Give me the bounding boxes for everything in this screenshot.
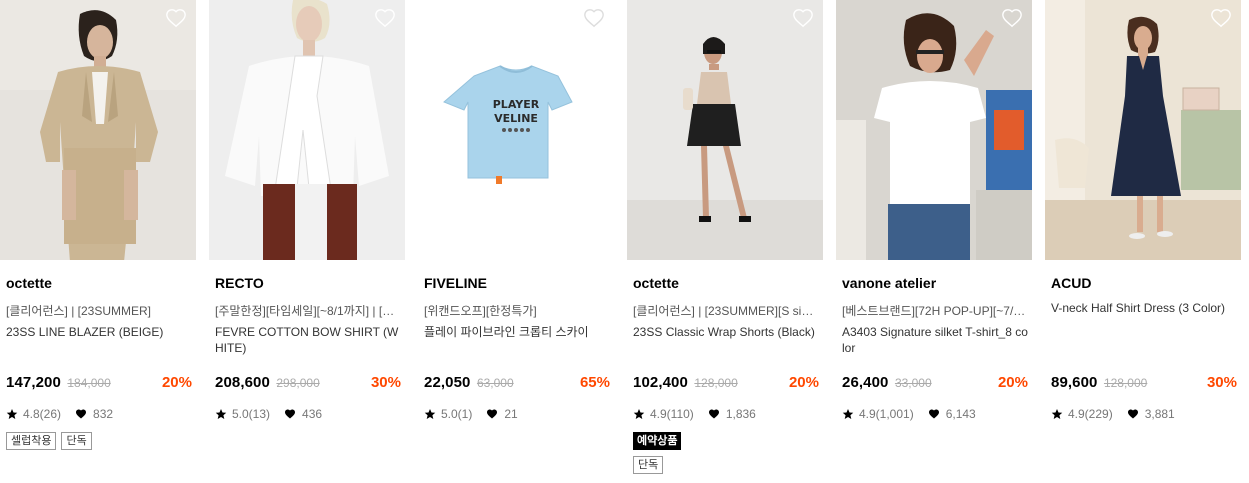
original-price: 128,000 <box>694 376 738 390</box>
wishlist-heart-icon[interactable] <box>792 7 814 29</box>
heart-filled-icon <box>928 409 939 419</box>
brand-name[interactable]: ACUD <box>1051 275 1091 291</box>
product-image[interactable] <box>0 0 196 260</box>
product-card[interactable]: vanone atelier [베스트브랜드][72H POP-UP][~7/3… <box>836 0 1032 483</box>
like-count: 436 <box>302 407 323 421</box>
discount-rate: 30% <box>1206 374 1237 391</box>
heart-filled-icon <box>1127 409 1138 419</box>
like-count: 21 <box>504 407 518 421</box>
brand-name[interactable]: vanone atelier <box>842 275 936 291</box>
product-card[interactable]: octette [클리어런스] | [23SUMMER][S size … 23… <box>627 0 823 483</box>
badge-celeb: 셀럽착용 <box>6 432 57 450</box>
star-icon <box>1051 409 1063 419</box>
original-price: 63,000 <box>476 376 514 390</box>
promo-tags: [클리어런스] | [23SUMMER] <box>6 304 152 318</box>
tee-print-line-1: PLAYER <box>493 98 540 111</box>
star-icon <box>6 409 18 419</box>
product-image[interactable] <box>209 0 405 260</box>
sale-price: 26,400 <box>842 374 889 391</box>
promo-tags: [주말한정][타임세일][~8/1까지] | [바… <box>215 304 401 318</box>
promo-tags: [위캔드오프][한정특가] <box>424 304 537 318</box>
wishlist-heart-icon[interactable] <box>1001 7 1023 29</box>
rating: 4.9(110) <box>650 407 694 421</box>
product-card[interactable]: octette [클리어런스] | [23SUMMER] 23SS LINE B… <box>0 0 196 483</box>
promo-tags: [베스트브랜드][72H POP-UP][~7/3… <box>842 304 1028 318</box>
tee-print-line-2: VELINE <box>494 112 538 125</box>
price-row: 22,050 63,000 65% <box>424 374 610 394</box>
brand-name[interactable]: RECTO <box>215 275 264 291</box>
product-name[interactable]: 23SS LINE BLAZER (BEIGE) <box>6 324 192 340</box>
discount-rate: 30% <box>370 374 401 391</box>
meta-row: 4.8(26) 832 <box>6 407 113 421</box>
wishlist-heart-icon[interactable] <box>374 7 396 29</box>
product-image[interactable] <box>1045 0 1241 260</box>
star-icon <box>215 409 227 419</box>
price-row: 102,400 128,000 20% <box>633 374 819 394</box>
rating: 4.8(26) <box>23 407 62 421</box>
heart-filled-icon <box>285 409 296 419</box>
sale-price: 208,600 <box>215 374 270 391</box>
product-card[interactable]: RECTO [주말한정][타임세일][~8/1까지] | [바… FEVRE C… <box>209 0 405 483</box>
wishlist-heart-icon[interactable] <box>583 7 605 29</box>
heart-filled-icon <box>76 409 87 419</box>
badge-exclusive: 단독 <box>633 456 664 474</box>
meta-row: 5.0(1) 21 <box>424 407 518 421</box>
like-count: 3,881 <box>1144 407 1175 421</box>
product-card[interactable]: ACUD V-neck Half Shirt Dress (3 Color) 8… <box>1045 0 1241 483</box>
heart-filled-icon <box>487 409 498 419</box>
brand-name[interactable]: octette <box>633 275 679 291</box>
price-row: 208,600 298,000 30% <box>215 374 401 394</box>
original-price: 33,000 <box>894 376 932 390</box>
discount-rate: 20% <box>997 374 1028 391</box>
discount-rate: 20% <box>161 374 192 391</box>
brand-name[interactable]: FIVELINE <box>424 275 487 291</box>
rating: 4.9(229) <box>1068 407 1113 421</box>
brand-name[interactable]: octette <box>6 275 52 291</box>
star-icon <box>842 409 854 419</box>
product-image[interactable] <box>836 0 1032 260</box>
rating: 4.9(1,001) <box>859 407 914 421</box>
sale-price: 89,600 <box>1051 374 1098 391</box>
badge-exclusive: 단독 <box>61 432 92 450</box>
heart-filled-icon <box>708 409 719 419</box>
sale-price: 102,400 <box>633 374 688 391</box>
price-row: 147,200 184,000 20% <box>6 374 192 394</box>
star-icon <box>633 409 645 419</box>
meta-row: 5.0(13) 436 <box>215 407 322 421</box>
like-count: 1,836 <box>725 407 756 421</box>
sale-price: 22,050 <box>424 374 471 391</box>
badge-list: 셀럽착용 단독 <box>6 432 92 450</box>
discount-rate: 20% <box>788 374 819 391</box>
rating: 5.0(13) <box>232 407 271 421</box>
meta-row: 4.9(1,001) 6,143 <box>842 407 976 421</box>
product-name[interactable]: FEVRE COTTON BOW SHIRT (WHITE) <box>215 324 401 356</box>
product-name[interactable]: A3403 Signature silket T-shirt_8 color <box>842 324 1028 356</box>
badge-preorder: 예약상품 <box>633 432 682 450</box>
product-name[interactable]: V-neck Half Shirt Dress (3 Color) <box>1051 300 1237 316</box>
product-grid: octette [클리어런스] | [23SUMMER] 23SS LINE B… <box>0 0 1249 483</box>
wishlist-heart-icon[interactable] <box>165 7 187 29</box>
wishlist-heart-icon[interactable] <box>1210 7 1232 29</box>
price-row: 26,400 33,000 20% <box>842 374 1028 394</box>
original-price: 298,000 <box>276 376 320 390</box>
promo-tags: [클리어런스] | [23SUMMER][S size … <box>633 304 819 318</box>
badge-list: 단독 <box>633 456 664 474</box>
product-name[interactable]: 플레이 파이브라인 크롭티 스카이 <box>424 324 610 340</box>
star-icon <box>424 409 436 419</box>
rating: 5.0(1) <box>441 407 473 421</box>
original-price: 128,000 <box>1103 376 1148 390</box>
product-card[interactable]: PLAYER VELINE FIVELINE [위캔드오프][한정특가] 플레이… <box>418 0 614 483</box>
price-row: 89,600 128,000 30% <box>1051 374 1237 394</box>
meta-row: 4.9(229) 3,881 <box>1051 407 1175 421</box>
original-price: 184,000 <box>67 376 111 390</box>
meta-row: 4.9(110) 1,836 <box>633 407 756 421</box>
product-image[interactable] <box>627 0 823 260</box>
product-image[interactable]: PLAYER VELINE <box>418 0 614 260</box>
discount-rate: 65% <box>579 374 610 391</box>
sale-price: 147,200 <box>6 374 61 391</box>
like-count: 832 <box>93 407 114 421</box>
like-count: 6,143 <box>945 407 976 421</box>
product-name[interactable]: 23SS Classic Wrap Shorts (Black) <box>633 324 819 340</box>
